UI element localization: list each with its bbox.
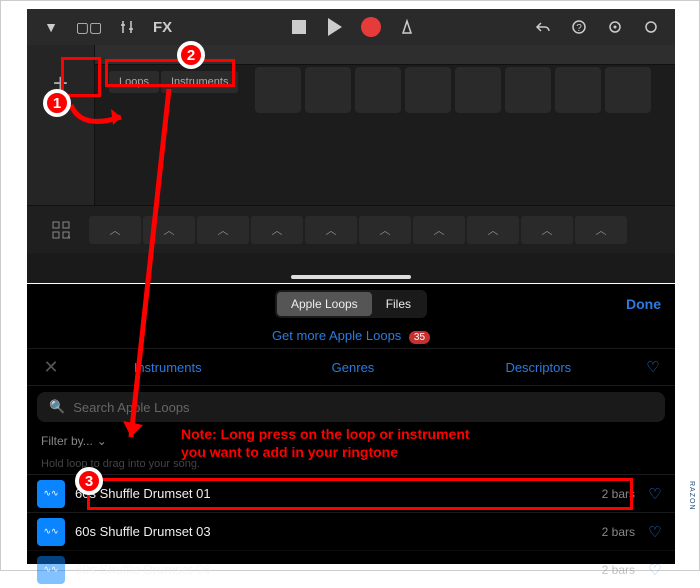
track-layout-button[interactable]: ▢▢ [71, 12, 107, 42]
column-trigger[interactable]: ︿ [89, 216, 141, 244]
get-more-loops-link[interactable]: Get more Apple Loops 35 [27, 324, 675, 348]
loop-duration: 2 bars [602, 487, 635, 501]
add-track-button[interactable]: + [47, 69, 75, 97]
column-trigger[interactable]: ︿ [575, 216, 627, 244]
waveform-icon: ∿∿ [37, 518, 65, 546]
empty-clip-slot[interactable] [255, 67, 301, 113]
seg-files[interactable]: Files [372, 292, 425, 316]
category-instruments[interactable]: Instruments [75, 360, 260, 375]
info-button[interactable]: ? [563, 12, 595, 42]
loop-browser-button[interactable] [635, 12, 667, 42]
mixer-button[interactable] [111, 12, 143, 42]
loop-duration: 2 bars [602, 525, 635, 539]
garageband-tracks-panel: ▼ ▢▢ FX ? + Loops Instruments [27, 9, 675, 283]
timeline-ruler[interactable] [95, 45, 675, 65]
empty-clip-slot[interactable] [555, 67, 601, 113]
stop-button[interactable] [283, 12, 315, 42]
column-trigger[interactable]: ︿ [197, 216, 249, 244]
favorites-filter-icon[interactable]: ♡ [631, 358, 675, 376]
loop-row[interactable]: ∿∿ 60s Shuffle Drumset 03 2 bars ♡ [27, 512, 675, 550]
grid-icon[interactable] [35, 214, 87, 246]
top-toolbar: ▼ ▢▢ FX ? [27, 9, 675, 45]
track-sidebar: + [27, 45, 95, 205]
loop-name: 60s Shuffle Drumset 01 [75, 486, 602, 501]
column-trigger[interactable]: ︿ [467, 216, 519, 244]
category-genres[interactable]: Genres [260, 360, 445, 375]
favorite-heart-icon[interactable]: ♡ [645, 523, 665, 541]
empty-clip-slot[interactable] [455, 67, 501, 113]
track-timeline[interactable]: Loops Instruments [95, 45, 675, 205]
waveform-icon: ∿∿ [37, 556, 65, 584]
empty-clip-slot[interactable] [605, 67, 651, 113]
svg-text:?: ? [576, 23, 582, 34]
category-descriptors[interactable]: Descriptors [446, 360, 631, 375]
column-trigger[interactable]: ︿ [305, 216, 357, 244]
source-segmented-control[interactable]: Apple Loops Files [275, 290, 427, 318]
play-button[interactable] [319, 12, 351, 42]
empty-clip-slot[interactable] [405, 67, 451, 113]
favorite-heart-icon[interactable]: ♡ [645, 485, 665, 503]
search-input[interactable]: 🔍 Search Apple Loops [37, 392, 665, 422]
loop-browser-panel: Apple Loops Files Done Get more Apple Lo… [27, 284, 675, 564]
empty-clip-slot[interactable] [505, 67, 551, 113]
tab-loops[interactable]: Loops [109, 71, 159, 93]
loop-name: 60s Shuffle Drumset 06 [75, 562, 602, 577]
home-indicator [291, 275, 411, 279]
loop-row[interactable]: ∿∿ 60s Shuffle Drumset 06 2 bars ♡ [27, 550, 675, 588]
undo-button[interactable] [527, 12, 559, 42]
loop-duration: 2 bars [602, 563, 635, 577]
filter-by-button[interactable]: Filter by... ⌄ [27, 428, 675, 454]
view-menu-button[interactable]: ▼ [35, 12, 67, 42]
favorite-heart-icon[interactable]: ♡ [645, 561, 665, 579]
settings-button[interactable] [599, 12, 631, 42]
watermark: RAZON [688, 481, 695, 511]
column-trigger[interactable]: ︿ [359, 216, 411, 244]
loop-row[interactable]: ∿∿ 60s Shuffle Drumset 01 2 bars ♡ [27, 474, 675, 512]
seg-apple-loops[interactable]: Apple Loops [277, 292, 372, 316]
loop-name: 60s Shuffle Drumset 03 [75, 524, 602, 539]
live-loops-strip: ︿ ︿ ︿ ︿ ︿ ︿ ︿ ︿ ︿ ︿ [27, 205, 675, 253]
record-button[interactable] [355, 12, 387, 42]
tab-instruments[interactable]: Instruments [161, 71, 238, 93]
waveform-icon: ∿∿ [37, 480, 65, 508]
column-trigger[interactable]: ︿ [521, 216, 573, 244]
done-button[interactable]: Done [626, 296, 661, 312]
empty-clip-slot[interactable] [355, 67, 401, 113]
drag-hint-text: Hold loop to drag into your song. [27, 454, 675, 474]
column-trigger[interactable]: ︿ [143, 216, 195, 244]
close-filter-icon[interactable]: ✕ [27, 357, 75, 378]
chevron-down-icon: ⌄ [97, 434, 107, 448]
empty-clip-slot[interactable] [305, 67, 351, 113]
column-trigger[interactable]: ︿ [251, 216, 303, 244]
search-icon: 🔍 [49, 399, 65, 415]
metronome-button[interactable] [391, 12, 423, 42]
column-trigger[interactable]: ︿ [413, 216, 465, 244]
fx-button[interactable]: FX [147, 19, 178, 36]
badge-count: 35 [409, 331, 430, 344]
